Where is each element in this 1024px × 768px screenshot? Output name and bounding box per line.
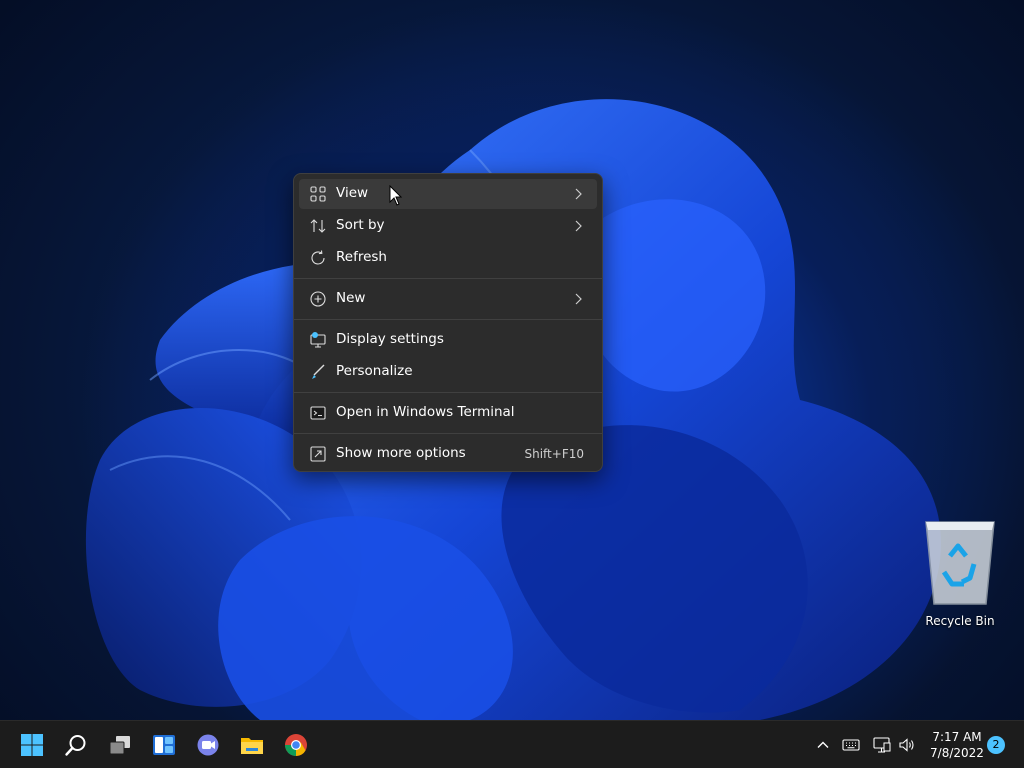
menu-item-sort-by-label: Sort by — [336, 217, 385, 233]
menu-item-show-more-options[interactable]: Show more options Shift+F10 — [299, 439, 597, 469]
widgets-icon — [153, 735, 175, 755]
widgets-button[interactable] — [147, 728, 181, 762]
recycle-bin-label: Recycle Bin — [925, 614, 995, 628]
menu-separator — [294, 392, 602, 393]
notification-badge[interactable]: 2 — [987, 736, 1005, 754]
refresh-icon — [311, 250, 325, 265]
start-button[interactable] — [15, 728, 49, 762]
display-settings-icon — [310, 332, 326, 348]
clock-time: 7:17 AM — [932, 730, 982, 744]
menu-item-show-more-options-label: Show more options — [336, 445, 466, 461]
terminal-icon — [310, 406, 326, 420]
menu-item-sort-by[interactable]: Sort by — [299, 211, 597, 241]
task-view-icon — [109, 736, 130, 755]
chevron-right-icon — [575, 293, 582, 305]
mouse-cursor-icon — [389, 185, 403, 206]
file-explorer-button[interactable] — [235, 728, 269, 762]
volume-icon[interactable] — [897, 735, 917, 755]
sort-icon — [310, 219, 326, 233]
view-grid-icon — [310, 186, 326, 202]
network-icon[interactable] — [872, 735, 892, 755]
teams-chat-icon — [197, 734, 219, 756]
recycle-bin-shortcut[interactable]: Recycle Bin — [918, 512, 1002, 632]
menu-item-display-settings[interactable]: Display settings — [299, 325, 597, 355]
menu-item-refresh[interactable]: Refresh — [299, 243, 597, 273]
menu-item-personalize[interactable]: Personalize — [299, 357, 597, 387]
chevron-up-icon[interactable] — [813, 735, 833, 755]
chrome-button[interactable] — [279, 728, 313, 762]
chrome-icon — [285, 734, 307, 756]
search-icon — [65, 735, 86, 756]
desktop-context-menu: View Sort by Refresh New Display setting… — [293, 173, 603, 472]
menu-item-refresh-label: Refresh — [336, 249, 387, 265]
menu-item-open-terminal[interactable]: Open in Windows Terminal — [299, 398, 597, 428]
recycle-bin-icon — [925, 521, 995, 605]
folder-icon — [241, 738, 263, 754]
keyboard-icon[interactable] — [841, 735, 861, 755]
taskbar-clock[interactable]: 7:17 AM 7/8/2022 — [922, 729, 992, 761]
clock-date: 7/8/2022 — [930, 746, 984, 760]
show-more-options-icon — [310, 446, 326, 462]
windows-logo-icon — [21, 734, 43, 756]
shortcut-hint: Shift+F10 — [524, 447, 584, 461]
menu-item-view[interactable]: View — [299, 179, 597, 209]
menu-separator — [294, 433, 602, 434]
menu-item-new-label: New — [336, 290, 366, 306]
search-button[interactable] — [59, 728, 93, 762]
menu-item-open-terminal-label: Open in Windows Terminal — [336, 404, 515, 420]
chat-button[interactable] — [191, 728, 225, 762]
menu-item-view-label: View — [336, 185, 369, 201]
menu-item-display-settings-label: Display settings — [336, 331, 444, 347]
task-view-button[interactable] — [103, 728, 137, 762]
personalize-brush-icon — [312, 364, 325, 379]
chevron-right-icon — [575, 220, 582, 232]
menu-separator — [294, 319, 602, 320]
menu-item-new[interactable]: New — [299, 284, 597, 314]
menu-separator — [294, 278, 602, 279]
taskbar: 7:17 AM 7/8/2022 2 — [0, 720, 1024, 768]
menu-item-personalize-label: Personalize — [336, 363, 413, 379]
chevron-right-icon — [575, 188, 582, 200]
new-plus-icon — [310, 291, 326, 307]
